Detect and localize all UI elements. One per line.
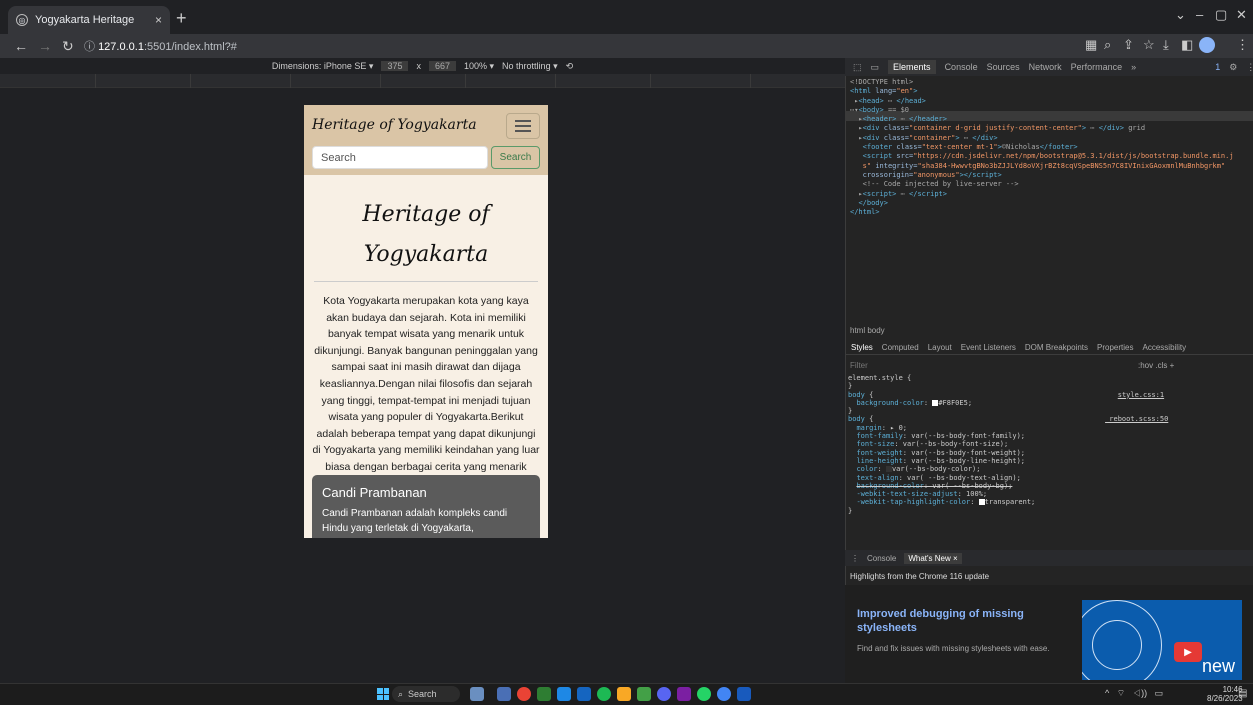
height-input[interactable]: 667 — [428, 61, 456, 71]
discord-icon[interactable] — [657, 687, 671, 701]
device-select[interactable]: Dimensions: iPhone SE ▾ — [272, 61, 374, 72]
tab-sources[interactable]: Sources — [987, 62, 1020, 72]
tab-title: Yogyakarta Heritage — [35, 14, 135, 26]
whatsapp-icon[interactable] — [697, 687, 711, 701]
emulated-page: Heritage of Yogyakarta Search Search Her… — [304, 105, 548, 538]
forward-icon[interactable]: → — [38, 38, 52, 54]
dimension-separator: x — [416, 61, 421, 71]
browser-tab[interactable]: ◎ Yogyakarta Heritage × — [8, 6, 170, 34]
tab-accessibility[interactable]: Accessibility — [1143, 343, 1187, 352]
back-icon[interactable]: ← — [14, 38, 28, 54]
system-tray[interactable]: ^ ⌔ ◁)) ▭ — [1105, 688, 1163, 699]
navbar-brand[interactable]: Heritage of Yogyakarta — [312, 117, 477, 133]
translate-icon[interactable]: ▦ — [1085, 37, 1097, 53]
explorer-icon[interactable] — [617, 687, 631, 701]
tab-bar — [0, 0, 1253, 34]
promo-description: Find and fix issues with missing stylesh… — [857, 644, 1050, 653]
rotate-icon[interactable]: ⟲ — [566, 61, 574, 72]
url-path: :5501/index.html?# — [143, 41, 237, 53]
drawer-menu-icon[interactable]: ⋮ — [851, 554, 859, 563]
bookmark-icon[interactable]: ☆ — [1143, 37, 1155, 53]
card-text: Candi Prambanan adalah kompleks candi Hi… — [322, 508, 508, 534]
reload-icon[interactable]: ↻ — [62, 38, 74, 55]
inspect-icon[interactable]: ⬚ — [853, 62, 862, 73]
zoom-icon[interactable]: ⌕ — [1104, 37, 1111, 53]
app2-icon[interactable] — [677, 687, 691, 701]
tab-network[interactable]: Network — [1029, 62, 1062, 72]
spotify-icon[interactable] — [597, 687, 611, 701]
taskbar-search[interactable]: ⌕ Search — [392, 686, 460, 702]
styles-filter-tools[interactable]: :hov .cls + — [1138, 361, 1174, 370]
tab-layout[interactable]: Layout — [928, 343, 952, 352]
photos-icon[interactable] — [497, 687, 511, 701]
devtools-tabs: ⬚ ▭ Elements Console Sources Network Per… — [845, 58, 1253, 76]
styles-tabs: Styles Computed Layout Event Listeners D… — [845, 341, 1253, 355]
vscode-icon[interactable] — [557, 687, 571, 701]
page-heading: Heritage of Yogyakarta — [362, 202, 490, 267]
app-icon[interactable] — [537, 687, 551, 701]
tab-search-icon[interactable]: ⌄ — [1175, 7, 1186, 23]
device-toolbar: Dimensions: iPhone SE ▾ 375 x 667 100% ▾… — [0, 58, 845, 74]
dom-tree[interactable]: <!DOCTYPE html> <html lang="en"> ▸<head>… — [850, 78, 1248, 217]
sidepanel-icon[interactable]: ◧ — [1181, 37, 1193, 53]
url-host: 127.0.0.1 — [98, 41, 144, 53]
tab-performance[interactable]: Performance — [1071, 62, 1123, 72]
dom-breadcrumb[interactable]: html body — [850, 326, 885, 335]
divider — [314, 281, 538, 282]
chrome-icon[interactable] — [517, 687, 531, 701]
tab-event-listeners[interactable]: Event Listeners — [961, 343, 1016, 352]
promo-badge: new — [1202, 656, 1236, 676]
more-tabs-icon[interactable]: » — [1131, 62, 1136, 72]
play-icon[interactable]: ▶ — [1174, 642, 1202, 662]
taskbar-search-label: Search — [408, 689, 437, 699]
width-input[interactable]: 375 — [381, 61, 409, 71]
search-input[interactable]: Search — [312, 146, 488, 169]
whats-new-heading: Highlights from the Chrome 116 update — [850, 572, 990, 581]
tab-console[interactable]: Console — [945, 62, 978, 72]
hamburger-icon[interactable] — [506, 113, 540, 139]
word-icon[interactable] — [737, 687, 751, 701]
device-mode-icon[interactable]: ▭ — [871, 62, 880, 73]
url-field[interactable]: ⓘ 127.0.0.1:5501/index.html?# — [84, 38, 237, 54]
globe-icon: ◎ — [16, 14, 28, 26]
xbox-icon[interactable] — [637, 687, 651, 701]
chrome-canary-icon[interactable] — [717, 687, 731, 701]
zoom-select[interactable]: 100% ▾ — [464, 61, 494, 72]
throttle-select[interactable]: No throttling ▾ — [502, 61, 558, 72]
tab-dom-breakpoints[interactable]: DOM Breakpoints — [1025, 343, 1088, 352]
minimize-button[interactable]: – — [1196, 7, 1203, 22]
todo-icon[interactable] — [577, 687, 591, 701]
drawer-tab-whats-new[interactable]: What's New × — [904, 552, 962, 564]
share-icon[interactable]: ⇪ — [1123, 37, 1134, 53]
media-query-ruler — [0, 74, 845, 88]
profile-avatar[interactable] — [1199, 37, 1215, 53]
drawer-tab-console[interactable]: Console — [867, 554, 896, 563]
kebab-icon[interactable]: ⋮ — [1246, 62, 1253, 73]
windows-start-icon[interactable] — [377, 688, 389, 700]
promo-video-thumbnail[interactable]: ▶ new — [1082, 600, 1242, 680]
intro-paragraph: Kota Yogyakarta merupakan kota yang kaya… — [312, 295, 540, 490]
styles-filter-input[interactable]: Filter — [850, 361, 868, 370]
widgets-icon[interactable] — [470, 687, 484, 701]
tab-computed[interactable]: Computed — [882, 343, 919, 352]
tab-elements[interactable]: Elements — [888, 60, 936, 74]
place-card[interactable]: Candi Prambanan Candi Prambanan adalah k… — [312, 475, 540, 538]
notification-icon[interactable]: ▤ — [1238, 688, 1247, 699]
restore-button[interactable]: ▢ — [1215, 7, 1227, 23]
tab-properties[interactable]: Properties — [1097, 343, 1133, 352]
new-tab-button[interactable]: + — [176, 8, 187, 29]
styles-pane[interactable]: element.style { } body { style.css:1 bac… — [848, 374, 1246, 515]
tab-styles[interactable]: Styles — [851, 343, 873, 352]
tab-close-button[interactable]: × — [155, 13, 162, 27]
menu-icon[interactable]: ⋮ — [1236, 37, 1249, 53]
close-window-button[interactable]: ✕ — [1236, 7, 1247, 23]
search-icon: ⌕ — [398, 688, 404, 699]
issues-badge[interactable]: 1 — [1215, 62, 1220, 72]
search-button[interactable]: Search — [491, 146, 540, 169]
settings-icon[interactable]: ⚙ — [1229, 62, 1237, 73]
promo-title[interactable]: Improved debugging of missing stylesheet… — [857, 607, 1067, 635]
drawer-tabs: ⋮ Console What's New × — [845, 550, 1253, 566]
card-title: Candi Prambanan — [322, 485, 427, 500]
download-icon[interactable]: ⤓ — [1163, 37, 1169, 53]
